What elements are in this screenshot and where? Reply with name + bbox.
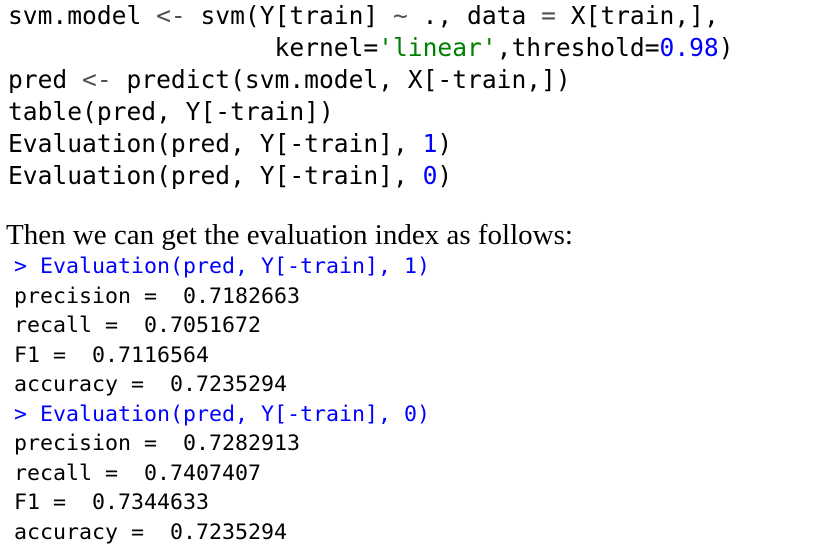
metric-label: F1 = bbox=[14, 342, 80, 368]
metric-row: precision = 0.7182663 bbox=[14, 282, 430, 312]
code-token: ) bbox=[437, 129, 453, 158]
metric-value: 0.7116564 bbox=[92, 342, 210, 368]
metric-label: F1 = bbox=[14, 490, 80, 515]
metric-value: 0.7282913 bbox=[183, 431, 301, 456]
metric-row: F1 = 0.7344633 bbox=[14, 488, 430, 518]
code-line-6: Evaluation(pred, Y[-train], 0) bbox=[8, 160, 734, 192]
string-literal: 'linear' bbox=[378, 33, 497, 62]
code-token: ) bbox=[437, 161, 453, 190]
code-token: table(pred, Y[-train]) bbox=[8, 97, 334, 126]
code-line-5: Evaluation(pred, Y[-train], 1) bbox=[8, 128, 734, 160]
code-line-3: pred <- predict(svm.model, X[-train,]) bbox=[8, 64, 734, 96]
number-literal: 1 bbox=[422, 129, 438, 158]
metric-row: recall = 0.7051672 bbox=[14, 311, 430, 341]
code-token: X[train,], bbox=[570, 1, 719, 30]
code-line-2: kernel='linear',threshold=0.98) bbox=[8, 32, 734, 64]
metric-label: recall = bbox=[14, 460, 132, 486]
metric-label: accuracy = bbox=[14, 372, 158, 397]
metric-row: precision = 0.7282913 bbox=[14, 429, 430, 459]
code-line-1: svm.model <- svm(Y[train] ~ ., data = X[… bbox=[8, 0, 734, 32]
code-token: Evaluation(pred, Y[-train], bbox=[8, 161, 423, 190]
metric-row: recall = 0.7407407 bbox=[14, 459, 430, 489]
code-token: ,threshold= bbox=[496, 33, 660, 62]
console-command: > Evaluation(pred, Y[-train], 0) bbox=[14, 401, 431, 427]
code-token: predict(svm.model, X[-train,]) bbox=[126, 65, 571, 94]
metric-row: accuracy = 0.7235294 bbox=[14, 370, 430, 400]
metric-label: precision = bbox=[14, 283, 171, 309]
console-command: > Evaluation(pred, Y[-train], 1) bbox=[14, 254, 431, 279]
metric-label: accuracy = bbox=[14, 519, 158, 545]
metric-value: 0.7407407 bbox=[144, 460, 262, 486]
code-token: pred bbox=[8, 65, 83, 94]
metric-value: 0.7235294 bbox=[170, 519, 288, 545]
code-token: kernel= bbox=[8, 33, 379, 62]
metric-value: 0.7051672 bbox=[144, 313, 262, 338]
metric-label: recall = bbox=[14, 313, 132, 338]
metric-value: 0.7344633 bbox=[92, 490, 210, 515]
code-token: ., data bbox=[407, 1, 542, 30]
number-literal: 0.98 bbox=[659, 33, 719, 62]
assign-operator: <- bbox=[82, 65, 127, 94]
tilde-operator: ~ bbox=[393, 1, 408, 30]
metric-label: precision = bbox=[14, 431, 171, 456]
code-line-4: table(pred, Y[-train]) bbox=[8, 96, 734, 128]
r-code-block: svm.model <- svm(Y[train] ~ ., data = X[… bbox=[8, 0, 734, 192]
metric-value: 0.7182663 bbox=[183, 283, 301, 309]
assign-operator: <- bbox=[156, 1, 201, 30]
code-token: Evaluation(pred, Y[-train], bbox=[8, 129, 423, 158]
r-console-output: > Evaluation(pred, Y[-train], 1) precisi… bbox=[14, 252, 430, 547]
code-token: svm.model bbox=[8, 1, 157, 30]
metric-value: 0.7235294 bbox=[170, 372, 288, 397]
metric-row: accuracy = 0.7235294 bbox=[14, 518, 430, 548]
explanation-text: Then we can get the evaluation index as … bbox=[6, 219, 573, 251]
equals-operator: = bbox=[541, 1, 571, 30]
code-token: ) bbox=[718, 33, 734, 62]
code-token: svm(Y[train] bbox=[200, 1, 393, 30]
number-literal: 0 bbox=[422, 161, 438, 190]
metric-row: F1 = 0.7116564 bbox=[14, 341, 430, 371]
